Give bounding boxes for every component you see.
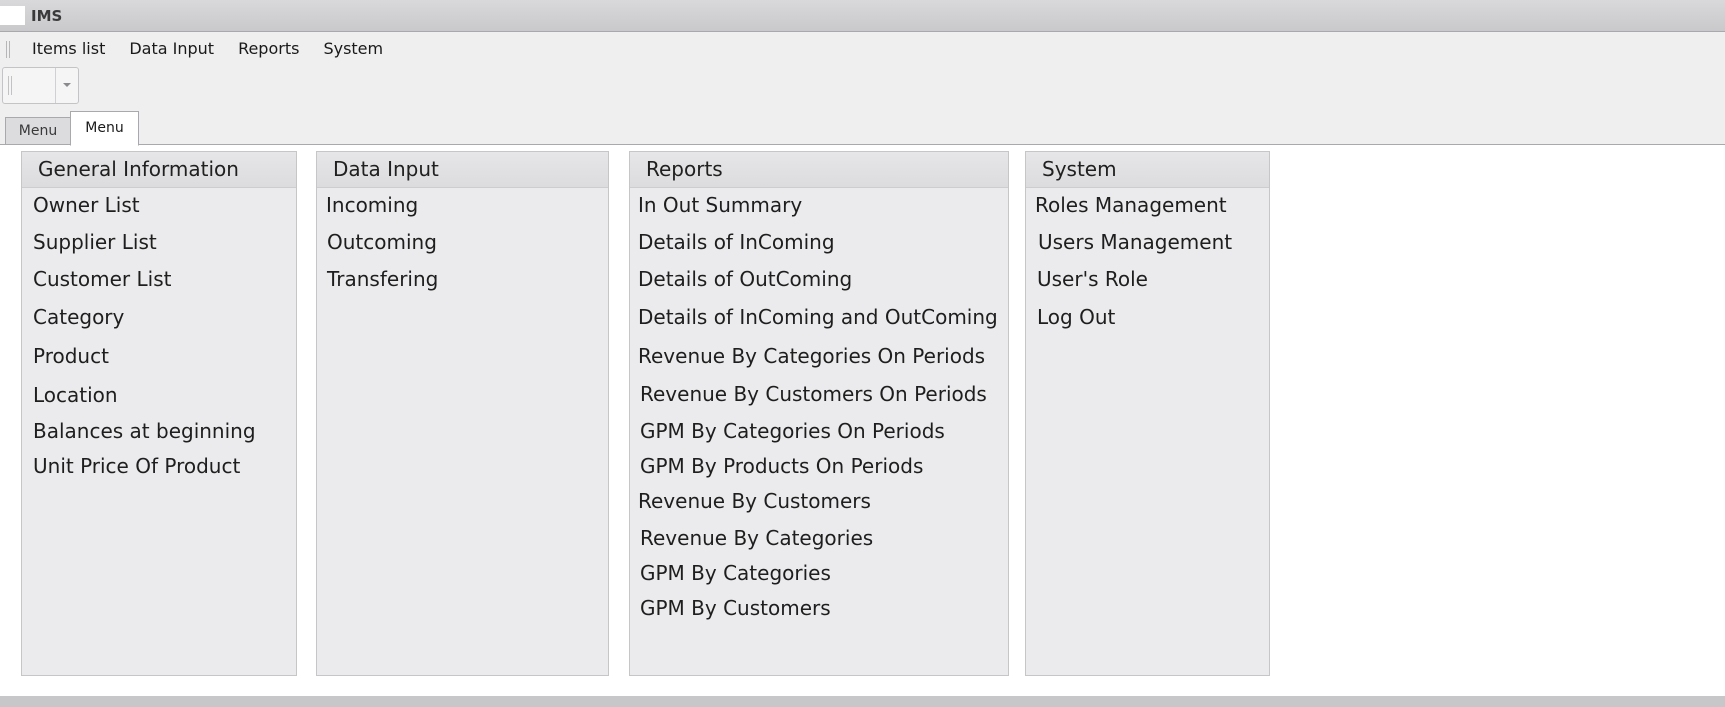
menu-data-input[interactable]: Data Input <box>117 38 226 60</box>
link-details-of-incoming[interactable]: Details of InComing <box>638 229 835 255</box>
group-data-input: Data Input Incoming Outcoming Transferin… <box>316 151 609 676</box>
link-gpm-by-products-on-periods[interactable]: GPM By Products On Periods <box>640 453 923 479</box>
group-reports: Reports In Out Summary Details of InComi… <box>629 151 1009 676</box>
title-bar: IMS <box>0 0 1725 32</box>
menubar-grip-handle[interactable] <box>6 41 10 58</box>
link-balances-at-beginning[interactable]: Balances at beginning <box>33 418 256 444</box>
app-icon <box>0 6 25 25</box>
menu-system[interactable]: System <box>311 38 395 60</box>
toolbar-dropdown[interactable] <box>2 67 79 104</box>
link-gpm-by-categories-on-periods[interactable]: GPM By Categories On Periods <box>640 418 945 444</box>
link-transfering[interactable]: Transfering <box>327 266 438 292</box>
group-system: System Roles Management Users Management… <box>1025 151 1270 676</box>
link-outcoming[interactable]: Outcoming <box>327 229 437 255</box>
menu-reports[interactable]: Reports <box>226 38 311 60</box>
link-details-of-incoming-and-outcoming[interactable]: Details of InComing and OutComing <box>638 304 998 330</box>
link-revenue-by-categories-on-periods[interactable]: Revenue By Categories On Periods <box>638 343 985 369</box>
group-header: Reports <box>630 152 1008 188</box>
link-gpm-by-categories[interactable]: GPM By Categories <box>640 560 831 586</box>
link-revenue-by-customers[interactable]: Revenue By Customers <box>638 488 871 514</box>
link-customer-list[interactable]: Customer List <box>33 266 171 292</box>
group-header: Data Input <box>317 152 608 188</box>
menubar: Items list Data Input Reports System <box>20 38 395 60</box>
chevron-down-icon[interactable] <box>55 68 78 103</box>
link-incoming[interactable]: Incoming <box>326 192 418 218</box>
link-unit-price-of-product[interactable]: Unit Price Of Product <box>33 453 240 479</box>
tab-strip-divider <box>0 144 1725 145</box>
link-category[interactable]: Category <box>33 304 124 330</box>
link-product[interactable]: Product <box>33 343 109 369</box>
link-users-role[interactable]: User's Role <box>1037 266 1148 292</box>
link-supplier-list[interactable]: Supplier List <box>33 229 157 255</box>
tab-menu-1[interactable]: Menu <box>5 117 71 145</box>
toolbar-grip-handle[interactable] <box>8 76 12 95</box>
window-title: IMS <box>31 7 63 25</box>
status-bar <box>0 696 1725 707</box>
link-owner-list[interactable]: Owner List <box>33 192 140 218</box>
group-header: General Information <box>22 152 296 188</box>
link-location[interactable]: Location <box>33 382 118 408</box>
link-in-out-summary[interactable]: In Out Summary <box>638 192 802 218</box>
link-roles-management[interactable]: Roles Management <box>1035 192 1227 218</box>
link-details-of-outcoming[interactable]: Details of OutComing <box>638 266 852 292</box>
tab-strip: Menu Menu <box>0 110 1725 146</box>
group-general-information: General Information Owner List Supplier … <box>21 151 297 676</box>
group-header: System <box>1026 152 1269 188</box>
link-revenue-by-customers-on-periods[interactable]: Revenue By Customers On Periods <box>640 381 987 407</box>
link-users-management[interactable]: Users Management <box>1038 229 1232 255</box>
link-log-out[interactable]: Log Out <box>1037 304 1115 330</box>
tab-menu-2[interactable]: Menu <box>70 111 139 146</box>
link-gpm-by-customers[interactable]: GPM By Customers <box>640 595 831 621</box>
menu-items-list[interactable]: Items list <box>20 38 117 60</box>
link-revenue-by-categories[interactable]: Revenue By Categories <box>640 525 873 551</box>
main-content: General Information Owner List Supplier … <box>0 146 1725 696</box>
